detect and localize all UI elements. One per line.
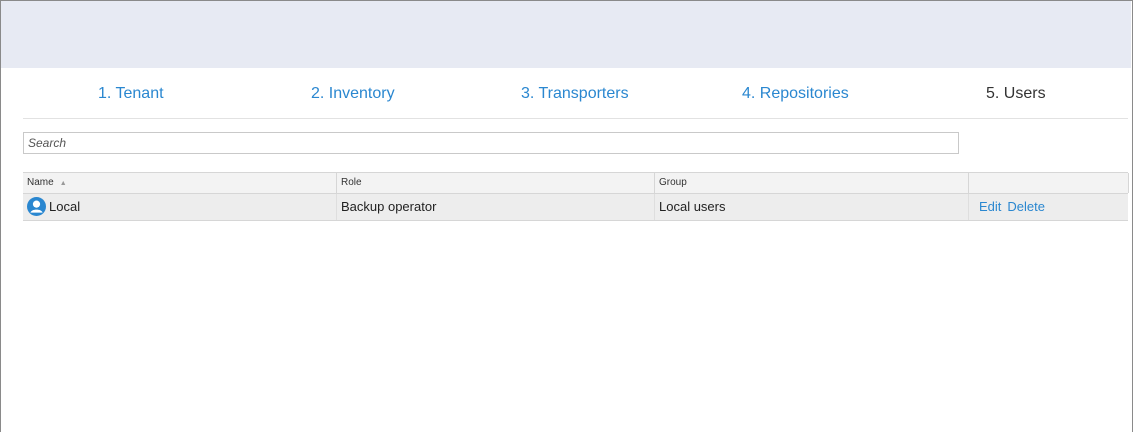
column-header-name-label: Name (27, 177, 54, 188)
cell-role: Backup operator (336, 194, 654, 220)
sort-ascending-icon: ▲ (59, 180, 67, 187)
cell-actions: Edit Delete (968, 194, 1128, 220)
step-tenant[interactable]: 1. Tenant (98, 85, 164, 103)
delete-link[interactable]: Delete (1007, 199, 1045, 214)
edit-link[interactable]: Edit (979, 199, 1001, 214)
cell-name: Local (23, 194, 336, 220)
scrollbar-gutter (1128, 173, 1132, 193)
column-header-name[interactable]: Name ▲ (23, 173, 336, 193)
search-input[interactable] (23, 132, 959, 154)
users-table: Name ▲ Role Group Local Backup operator L… (23, 172, 1129, 221)
cell-group: Local users (654, 194, 968, 220)
top-banner (1, 1, 1131, 68)
user-icon (27, 196, 46, 216)
table-header: Name ▲ Role Group (23, 172, 1129, 194)
column-header-group[interactable]: Group (654, 173, 968, 193)
step-transporters[interactable]: 3. Transporters (521, 85, 629, 103)
table-row[interactable]: Local Backup operator Local users Edit De… (23, 194, 1128, 221)
step-inventory[interactable]: 2. Inventory (311, 85, 395, 103)
step-repositories[interactable]: 4. Repositories (742, 85, 849, 103)
column-header-actions (968, 173, 1127, 193)
wizard-steps: 1. Tenant 2. Inventory 3. Transporters 4… (23, 68, 1128, 119)
user-name: Local (49, 199, 81, 214)
column-header-role[interactable]: Role (336, 173, 654, 193)
step-users: 5. Users (986, 85, 1046, 102)
